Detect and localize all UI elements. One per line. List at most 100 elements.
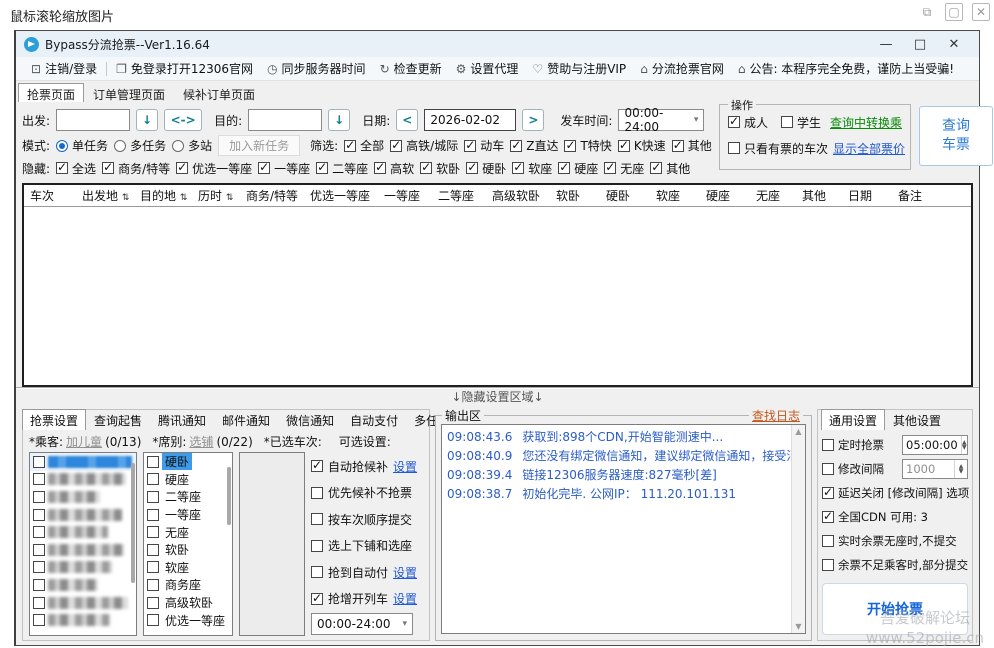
mode-single-task[interactable]: 单任务 bbox=[56, 137, 108, 154]
spinner-arrows-icon[interactable]: ▲ ▼ bbox=[960, 436, 967, 454]
checkbox-icon[interactable] bbox=[147, 561, 159, 574]
toolbar-proxy-settings[interactable]: ⚙ 设置代理 bbox=[449, 60, 526, 77]
partial-submit-checkbox[interactable] bbox=[822, 559, 834, 571]
col-no-seat[interactable]: 无座 bbox=[750, 187, 796, 204]
tab-sale-query[interactable]: 查询起售 bbox=[86, 409, 150, 430]
hide-other[interactable]: 其他 bbox=[650, 160, 690, 177]
from-dropdown-button[interactable]: ↓ bbox=[136, 109, 159, 131]
filter-other[interactable]: 其他 bbox=[671, 137, 712, 154]
checkbox-icon[interactable] bbox=[33, 473, 45, 486]
passenger-row[interactable] bbox=[30, 594, 136, 612]
passenger-row[interactable] bbox=[30, 576, 136, 594]
output-scrollbar[interactable]: ▲ ▼ bbox=[791, 425, 805, 633]
toolbar-sponsor-vip[interactable]: ♡ 赞助与注册VIP bbox=[525, 60, 633, 77]
checkbox-icon[interactable] bbox=[33, 526, 45, 539]
checkbox-icon[interactable] bbox=[33, 455, 45, 468]
checkbox-icon[interactable] bbox=[147, 596, 159, 609]
to-dropdown-button[interactable]: ↓ bbox=[328, 109, 351, 131]
col-other[interactable]: 其他 bbox=[796, 187, 842, 204]
tab-waitlist-orders[interactable]: 候补订单页面 bbox=[174, 83, 264, 102]
hide-business[interactable]: 商务/特等 bbox=[102, 160, 170, 177]
seat-row[interactable]: 高级软卧 bbox=[144, 594, 232, 612]
only-available-checkbox[interactable]: 只看有票的车次 bbox=[728, 140, 828, 157]
toolbar-open-12306[interactable]: ❐ 免登录打开12306官网 bbox=[109, 60, 260, 77]
spinner-arrows-icon[interactable]: ▲ ▼ bbox=[954, 460, 967, 478]
query-tickets-button[interactable]: 查询 车票 bbox=[919, 106, 993, 166]
filter-d-train[interactable]: 动车 bbox=[464, 137, 504, 154]
hide-deluxe-soft[interactable]: 高软 bbox=[374, 160, 414, 177]
seat-type-list[interactable]: 硬卧 硬座 二等座 一等座 无座 软卧 软座 商务座 高级软卧 优选一等座 bbox=[143, 452, 233, 636]
extra-train-option[interactable]: 抢增开列车 设置 bbox=[311, 586, 425, 613]
checkbox-icon[interactable] bbox=[33, 508, 45, 521]
swap-stations-button[interactable]: <-> bbox=[164, 109, 203, 131]
outer-maximize-icon[interactable]: ▢ bbox=[945, 3, 963, 21]
tab-order-management[interactable]: 订单管理页面 bbox=[84, 83, 174, 102]
transfer-query-link[interactable]: 查询中转换乘 bbox=[830, 114, 902, 131]
hide-hard-sleeper[interactable]: 硬卧 bbox=[466, 160, 506, 177]
checkbox-icon[interactable] bbox=[311, 486, 323, 499]
passenger-row[interactable] bbox=[30, 471, 136, 489]
to-input[interactable] bbox=[248, 109, 323, 131]
checkbox-icon[interactable] bbox=[147, 526, 159, 539]
seat-scrollbar[interactable] bbox=[227, 457, 231, 631]
passenger-scrollbar[interactable] bbox=[131, 457, 135, 631]
date-prev-button[interactable]: < bbox=[396, 109, 419, 131]
checkbox-icon[interactable] bbox=[33, 614, 45, 627]
checkbox-icon[interactable] bbox=[147, 473, 159, 486]
tab-qq-notify[interactable]: 腾讯通知 bbox=[150, 409, 214, 430]
col-business[interactable]: 商务/特等 bbox=[240, 187, 304, 204]
tab-ticket-page[interactable]: 抢票页面 bbox=[18, 83, 85, 102]
passenger-row[interactable] bbox=[30, 488, 136, 506]
col-second[interactable]: 二等座 bbox=[432, 187, 486, 204]
depart-time-select[interactable]: 00:00-24:00 ▾ bbox=[618, 106, 705, 134]
passenger-row[interactable] bbox=[30, 611, 136, 629]
checkbox-icon[interactable] bbox=[311, 458, 323, 473]
seat-row[interactable]: 一等座 bbox=[144, 506, 232, 524]
checkbox-icon[interactable] bbox=[311, 566, 323, 579]
toolbar-logout-login[interactable]: ⊡ 注销/登录 bbox=[24, 60, 104, 77]
tab-general-settings[interactable]: 通用设置 bbox=[821, 409, 886, 430]
optional-time-select[interactable]: 00:00-24:00 ▾ bbox=[311, 613, 413, 635]
checkbox-icon[interactable] bbox=[33, 596, 45, 609]
mode-multi-task[interactable]: 多任务 bbox=[114, 137, 166, 154]
hide-select-all[interactable]: 全选 bbox=[56, 160, 96, 177]
filter-t-train[interactable]: T特快 bbox=[564, 137, 612, 154]
from-input[interactable] bbox=[56, 109, 131, 131]
output-log[interactable]: 09:08:43.6 获取到:898个CDN,开始智能测速中... 09:08:4… bbox=[441, 424, 806, 634]
date-input[interactable]: 2026-02-02 bbox=[424, 109, 517, 131]
hide-hard-seat[interactable]: 硬座 bbox=[558, 160, 598, 177]
hide-no-seat[interactable]: 无座 bbox=[604, 160, 644, 177]
seat-row[interactable]: 二等座 bbox=[144, 488, 232, 506]
checkbox-icon[interactable] bbox=[311, 513, 323, 526]
col-hard-sleeper[interactable]: 硬卧 bbox=[600, 187, 650, 204]
cdn-checkbox[interactable] bbox=[822, 509, 834, 523]
seat-row[interactable]: 软座 bbox=[144, 559, 232, 577]
col-duration[interactable]: 历时 ⇅ bbox=[192, 187, 240, 204]
checkbox-icon[interactable] bbox=[147, 543, 159, 556]
hide-first-class[interactable]: 一等座 bbox=[258, 160, 310, 177]
passenger-row[interactable] bbox=[30, 559, 136, 577]
seat-row[interactable]: 商务座 bbox=[144, 576, 232, 594]
filter-k-train[interactable]: K快速 bbox=[617, 137, 666, 154]
col-deluxe-sleeper[interactable]: 高级软卧 bbox=[486, 187, 550, 204]
checkbox-icon[interactable] bbox=[147, 578, 159, 591]
tab-grab-settings[interactable]: 抢票设置 bbox=[22, 409, 87, 430]
seat-row[interactable]: 硬座 bbox=[144, 471, 232, 489]
mode-multi-station[interactable]: 多站 bbox=[172, 137, 212, 154]
checkbox-icon[interactable] bbox=[33, 561, 45, 574]
no-seat-checkbox[interactable] bbox=[822, 535, 834, 547]
extra-train-settings-link[interactable]: 设置 bbox=[393, 590, 417, 607]
open-external-icon[interactable]: ⧉ bbox=[918, 3, 936, 21]
add-child-link[interactable]: 加儿童 bbox=[66, 433, 102, 450]
col-soft-seat[interactable]: 软座 bbox=[650, 187, 700, 204]
add-task-button[interactable]: 加入新任务 bbox=[218, 135, 301, 156]
col-remark[interactable]: 备注 bbox=[892, 187, 971, 204]
maximize-button[interactable]: □ bbox=[903, 37, 937, 52]
timed-grab-spinner[interactable]: 05:00:00 ▲ ▼ bbox=[902, 435, 968, 455]
minimize-button[interactable]: — bbox=[869, 37, 903, 52]
scroll-up-icon[interactable]: ▲ bbox=[795, 427, 801, 436]
checkbox-icon[interactable] bbox=[147, 508, 159, 521]
tab-auto-pay[interactable]: 自动支付 bbox=[342, 409, 406, 430]
hide-soft-seat[interactable]: 软座 bbox=[512, 160, 552, 177]
interval-checkbox[interactable] bbox=[822, 463, 834, 475]
